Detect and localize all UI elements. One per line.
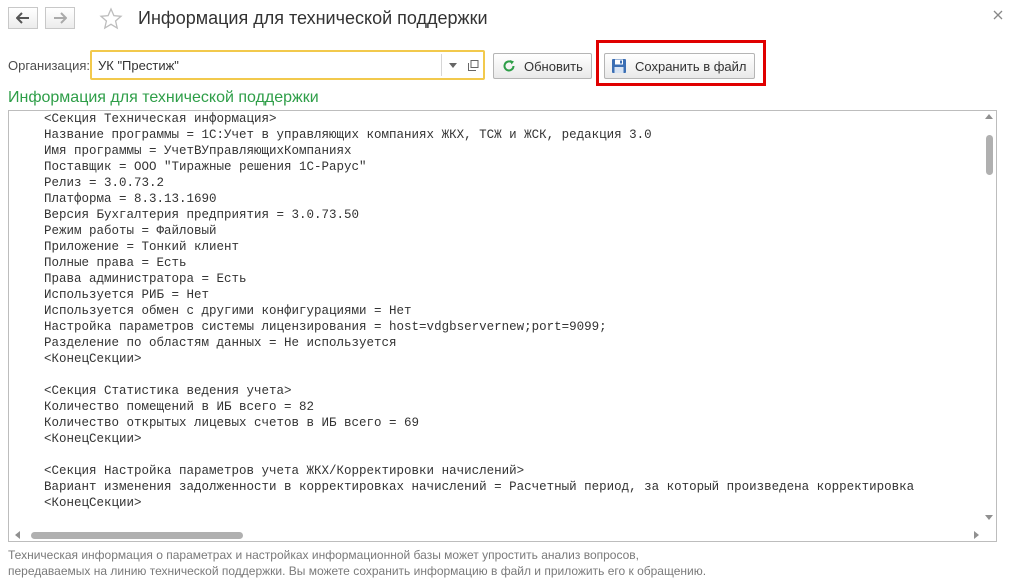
refresh-button[interactable]: Обновить (493, 53, 592, 79)
save-file-icon (612, 59, 626, 73)
vertical-scroll-thumb[interactable] (986, 135, 993, 175)
scroll-down-icon[interactable] (985, 515, 993, 520)
footer-line-2: передаваемых на линию технической поддер… (8, 564, 707, 578)
footer-hint: Техническая информация о параметрах и на… (8, 547, 968, 579)
scroll-right-icon[interactable] (974, 531, 979, 539)
org-field[interactable]: УК "Престиж" (90, 50, 485, 80)
refresh-label: Обновить (524, 58, 583, 74)
info-text[interactable]: <Секция Техническая информация> Название… (44, 111, 914, 511)
scroll-left-icon[interactable] (15, 531, 20, 539)
footer-line-1: Техническая информация о параметрах и на… (8, 548, 639, 562)
horizontal-scroll-thumb[interactable] (31, 532, 243, 539)
forward-button[interactable] (45, 7, 75, 29)
close-icon[interactable] (992, 9, 1004, 21)
vertical-scrollbar[interactable] (983, 111, 996, 529)
save-to-file-button[interactable]: Сохранить в файл (604, 53, 755, 79)
scroll-up-icon[interactable] (985, 114, 993, 119)
refresh-icon (503, 60, 515, 72)
open-window-icon (467, 59, 478, 71)
save-label: Сохранить в файл (635, 58, 747, 74)
back-button[interactable] (8, 7, 38, 29)
arrow-right-icon (54, 12, 67, 24)
chevron-down-icon (449, 62, 457, 68)
org-field-separator (441, 54, 442, 76)
section-title: Информация для технической поддержки (8, 89, 319, 106)
arrow-left-icon (16, 12, 29, 24)
dropdown-button[interactable] (444, 54, 462, 76)
page-title: Информация для технической поддержки (138, 8, 488, 28)
org-label: Организация: (8, 58, 91, 73)
horizontal-scrollbar[interactable] (9, 528, 983, 541)
star-icon[interactable] (99, 7, 123, 31)
info-text-area[interactable]: <Секция Техническая информация> Название… (8, 110, 997, 542)
org-value[interactable]: УК "Престиж" (98, 58, 179, 73)
open-button[interactable] (464, 54, 482, 76)
